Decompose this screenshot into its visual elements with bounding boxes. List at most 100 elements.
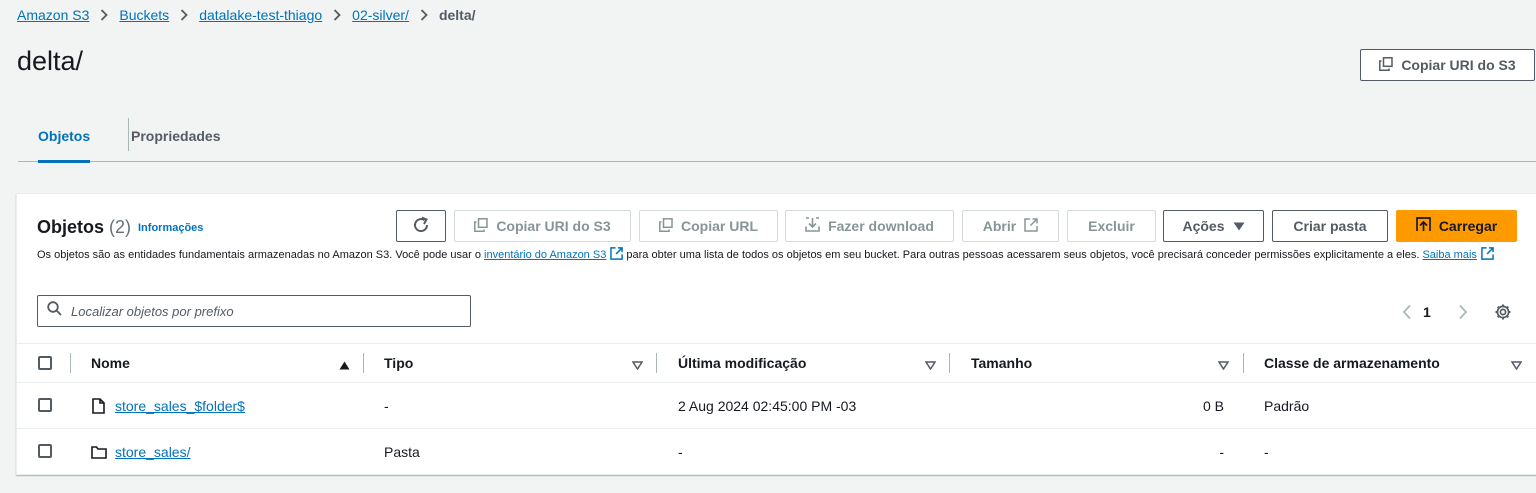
search-icon — [47, 301, 62, 321]
objects-panel-title: Objetos (2) — [37, 217, 131, 238]
column-header-type[interactable]: Tipo — [384, 344, 413, 382]
objects-description: Os objetos são as entidades fundamentais… — [37, 247, 1517, 265]
column-divider — [949, 353, 950, 373]
table-row[interactable]: store_sales_$folder$ - 2 Aug 2024 02:45:… — [17, 383, 1536, 429]
copy-icon — [1379, 56, 1394, 74]
object-size: 0 B — [1202, 397, 1224, 414]
copy-s3-uri-header-button[interactable]: Copiar URI do S3 — [1360, 49, 1535, 81]
object-name-link[interactable]: store_sales_$folder$ — [115, 398, 245, 414]
objects-title-text: Objetos — [37, 217, 105, 237]
file-icon — [92, 383, 105, 428]
description-text-1: Os objetos são as entidades fundamentais… — [37, 249, 485, 261]
chevron-right-icon — [409, 9, 439, 21]
breadcrumb: Amazon S3 Buckets datalake-test-thiago 0… — [17, 6, 476, 24]
chevron-right-icon — [169, 9, 199, 21]
open-button[interactable]: Abrir — [962, 210, 1059, 242]
delete-button[interactable]: Excluir — [1067, 210, 1156, 242]
caret-down-icon — [1233, 218, 1245, 234]
copy-s3-uri-button[interactable]: Copiar URI do S3 — [454, 210, 631, 242]
page-number[interactable]: 1 — [1423, 304, 1431, 320]
copy-s3-uri-label: Copiar URI do S3 — [496, 218, 611, 234]
breadcrumb-buckets[interactable]: Buckets — [119, 7, 169, 23]
breadcrumb-current: delta/ — [438, 7, 476, 23]
column-last-modified-label: Última modificação — [678, 355, 807, 371]
object-name-link[interactable]: store_sales/ — [115, 444, 190, 460]
download-label: Fazer download — [828, 218, 934, 234]
actions-dropdown[interactable]: Ações — [1163, 210, 1264, 242]
external-link-icon — [610, 247, 624, 265]
gear-icon[interactable] — [1494, 301, 1512, 323]
object-last-modified: 2 Aug 2024 02:45:00 PM -03 — [678, 397, 857, 414]
upload-icon — [1415, 217, 1431, 235]
refresh-button[interactable] — [396, 210, 446, 242]
actions-label: Ações — [1182, 218, 1225, 234]
column-storage-class-label: Classe de armazenamento — [1264, 355, 1440, 371]
tab-properties-label: Propriedades — [131, 127, 221, 144]
chevron-right-icon — [322, 9, 352, 21]
create-folder-label: Criar pasta — [1293, 218, 1367, 234]
copy-url-label: Copiar URL — [681, 218, 758, 234]
tab-bar: Objetos Propriedades — [18, 110, 1536, 163]
refresh-icon — [412, 216, 430, 237]
row-checkbox[interactable] — [38, 398, 52, 412]
chevron-left-icon[interactable] — [1402, 301, 1412, 323]
object-size: - — [1219, 443, 1224, 460]
chevron-right-icon — [89, 9, 119, 21]
object-storage-class: Padrão — [1264, 397, 1310, 414]
page-title: delta/ — [17, 46, 84, 76]
sort-icon[interactable] — [1217, 357, 1230, 375]
sort-icon[interactable] — [631, 357, 644, 375]
breadcrumb-amazon-s3[interactable]: Amazon S3 — [17, 7, 89, 23]
search-box — [37, 295, 471, 327]
object-type: Pasta — [384, 443, 420, 460]
external-link-icon — [1024, 217, 1038, 235]
learn-more-link[interactable]: Saiba mais — [1422, 249, 1476, 261]
row-checkbox[interactable] — [38, 444, 52, 458]
objects-panel: Objetos (2) Informações Copiar URI do S3… — [16, 193, 1536, 475]
column-divider — [70, 353, 71, 373]
copy-url-button[interactable]: Copiar URL — [639, 210, 778, 242]
copy-icon — [474, 217, 489, 235]
create-folder-button[interactable]: Criar pasta — [1272, 210, 1388, 242]
copy-s3-uri-header-label: Copiar URI do S3 — [1401, 57, 1516, 73]
tab-objects[interactable]: Objetos — [38, 110, 91, 163]
s3-inventory-link[interactable]: inventário do Amazon S3 — [484, 249, 606, 261]
column-divider — [363, 353, 364, 373]
folder-icon — [91, 429, 107, 474]
sort-icon[interactable] — [1510, 357, 1523, 375]
object-storage-class: - — [1264, 443, 1269, 460]
search-input[interactable] — [71, 303, 451, 319]
tab-properties[interactable]: Propriedades — [131, 110, 220, 161]
upload-button[interactable]: Carregar — [1396, 210, 1517, 242]
info-link[interactable]: Informações — [138, 222, 203, 234]
column-header-size[interactable]: Tamanho — [971, 344, 1032, 382]
object-last-modified: - — [678, 443, 683, 460]
column-header-name[interactable]: Nome — [91, 344, 130, 382]
description-text-2: para obter uma lista de todos os objetos… — [623, 249, 1423, 261]
column-header-storage-class[interactable]: Classe de armazenamento — [1264, 344, 1440, 382]
select-all-checkbox[interactable] — [38, 356, 52, 370]
object-type: - — [384, 397, 389, 414]
tab-divider — [128, 118, 129, 151]
breadcrumb-folder[interactable]: 02-silver/ — [352, 7, 409, 23]
column-divider — [656, 353, 657, 373]
column-size-label: Tamanho — [971, 355, 1033, 371]
column-type-label: Tipo — [384, 355, 414, 371]
objects-count: (2) — [109, 217, 132, 237]
download-icon — [805, 217, 820, 235]
download-button[interactable]: Fazer download — [785, 210, 954, 242]
delete-label: Excluir — [1088, 218, 1135, 234]
table-header: Nome Tipo Última modificação Tamanho Cla… — [17, 343, 1536, 383]
open-label: Abrir — [982, 218, 1017, 234]
upload-label: Carregar — [1438, 218, 1498, 234]
chevron-right-icon[interactable] — [1458, 301, 1468, 323]
sort-ascending-icon[interactable] — [339, 357, 350, 375]
copy-icon — [659, 217, 673, 235]
sort-icon[interactable] — [924, 357, 937, 375]
breadcrumb-bucket[interactable]: datalake-test-thiago — [199, 7, 322, 23]
column-header-last-modified[interactable]: Última modificação — [678, 344, 806, 382]
external-link-icon — [1481, 247, 1494, 265]
table-row[interactable]: store_sales/ Pasta - - - — [17, 429, 1536, 475]
tab-objects-label: Objetos — [38, 127, 91, 144]
column-name-label: Nome — [91, 355, 130, 371]
